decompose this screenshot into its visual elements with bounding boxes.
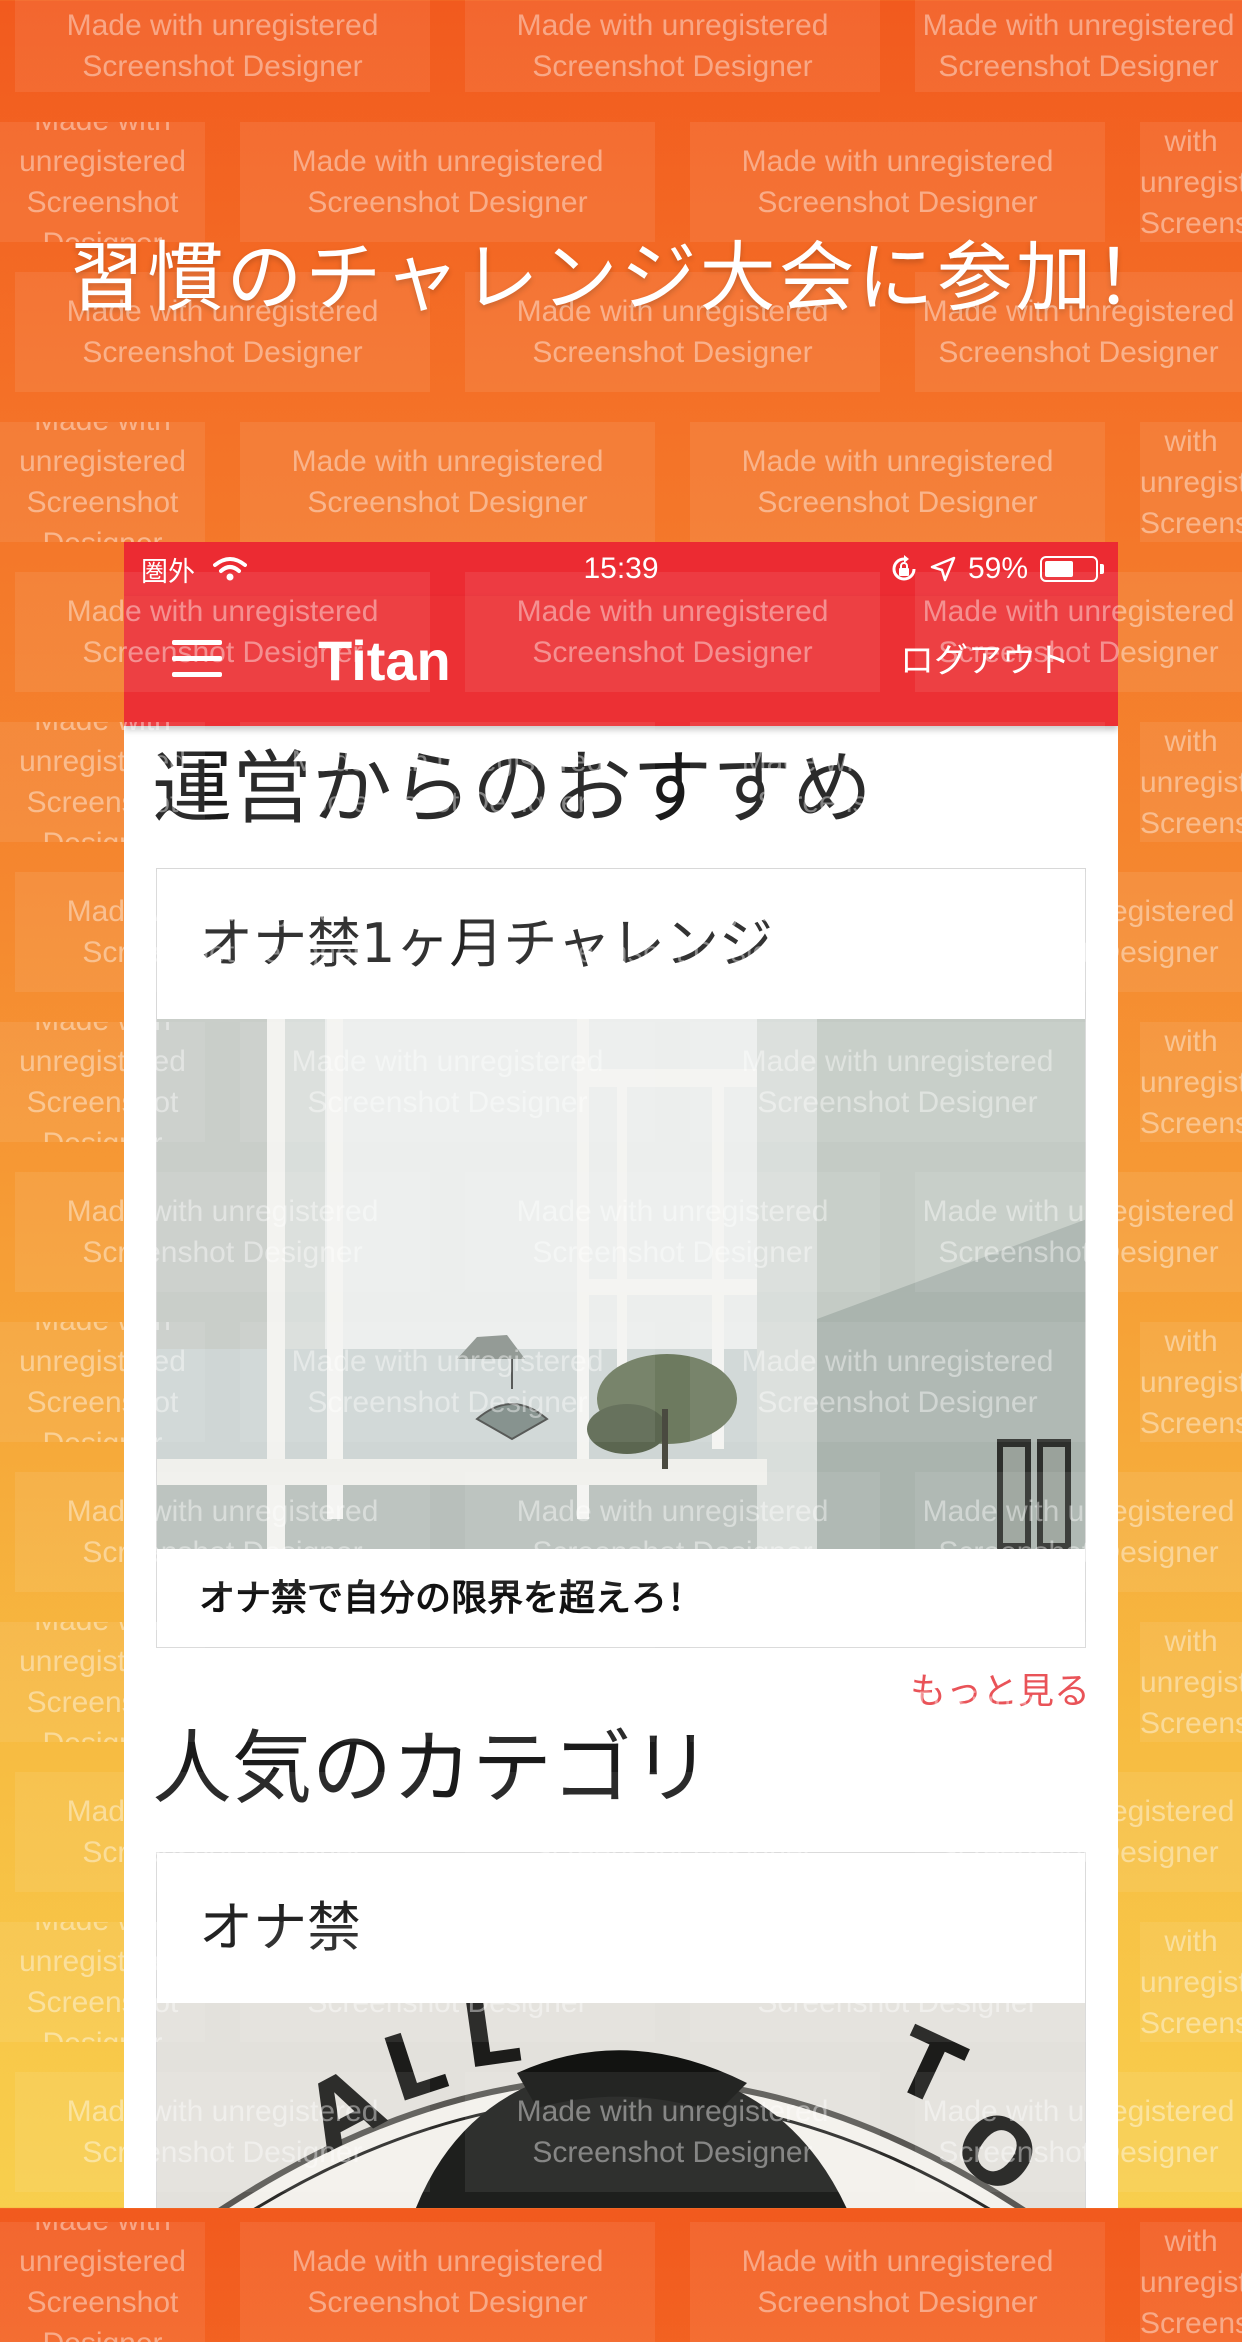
watermark-line1: Made with unregistered (240, 441, 655, 482)
watermark-line2: Screenshot Designer (1140, 1403, 1242, 1443)
watermark-line1: Made with unregistered (1140, 422, 1242, 503)
watermark-line1: Made with unregistered (915, 5, 1242, 46)
watermark-line2: Screenshot Designer (1140, 2303, 1242, 2342)
section-title-popular: 人気のカテゴリ (152, 1714, 712, 1824)
watermark-line2: Screenshot Designer (240, 482, 655, 523)
battery-level (1045, 561, 1073, 577)
location-arrow-icon (930, 556, 956, 582)
watermark-line1: Made with unregistered (0, 122, 205, 182)
watermark-line2: Screenshot Designer (1140, 803, 1242, 843)
status-right: 59% (878, 542, 1104, 596)
watermark-line1: Made with unregistered (1140, 1022, 1242, 1103)
watermark-tile: Made with unregisteredScreenshot Designe… (1140, 722, 1242, 842)
watermark-tile: Made with unregisteredScreenshot Designe… (0, 422, 205, 542)
section-title-recommended: 運営からのおすすめ (152, 734, 872, 844)
card-title: オナ禁1ヶ月チャレンジ (199, 869, 773, 1019)
watermark-line1: Made with unregistered (690, 2241, 1105, 2282)
watermark-tile: Made with unregisteredScreenshot Designe… (1140, 1022, 1242, 1142)
watermark-line1: Made with unregistered (240, 2241, 655, 2282)
watermark-tile: Made with unregisteredScreenshot Designe… (690, 2222, 1105, 2342)
watermark-tile: Made with unregisteredScreenshot Designe… (690, 422, 1105, 542)
watermark-line2: Screenshot Designer (0, 482, 205, 542)
watermark-line2: Screenshot Designer (690, 482, 1105, 523)
watermark-line2: Screenshot Designer (1140, 503, 1242, 543)
watermark-tile: Made with unregisteredScreenshot Designe… (240, 2222, 655, 2342)
battery-icon (1040, 556, 1098, 582)
watermark-tile: Made with unregisteredScreenshot Designe… (1140, 1922, 1242, 2042)
battery-tip (1100, 564, 1104, 574)
watermark-tile: Made with unregisteredScreenshot Designe… (465, 0, 880, 92)
see-more-link[interactable]: もっと見る (910, 1662, 1090, 1714)
watermark-tile: Made with unregisteredScreenshot Designe… (240, 422, 655, 542)
watermark-tile: Made with unregisteredScreenshot Designe… (1140, 1622, 1242, 1742)
watermark-line1: Made with unregistered (0, 422, 205, 482)
watermark-line2: Screenshot Designer (915, 332, 1242, 373)
challenge-card[interactable]: オナ禁1ヶ月チャレンジ (156, 868, 1086, 1648)
watermark-line2: Screenshot Designer (465, 46, 880, 87)
status-bar: 圏外 15:39 59% (124, 542, 1118, 596)
category-card[interactable]: オナ禁 A L L T O (156, 1852, 1086, 2208)
app-brand[interactable]: Titan (318, 596, 451, 726)
watermark-tile: Made with unregisteredScreenshot Designe… (0, 2222, 205, 2342)
hamburger-menu-icon[interactable] (172, 640, 222, 678)
logout-button[interactable]: ログアウト (900, 596, 1070, 726)
watermark-line1: Made with unregistered (1140, 1322, 1242, 1403)
watermark-line2: Screenshot Designer (1140, 2003, 1242, 2043)
phone-screen: 圏外 15:39 59% Titan (124, 542, 1118, 2208)
watermark-line2: Screenshot Designer (15, 332, 430, 373)
watermark-line2: Screenshot Designer (465, 332, 880, 373)
watermark-line2: Screenshot Designer (0, 2282, 205, 2342)
watermark-tile: Made with unregisteredScreenshot Designe… (1140, 1322, 1242, 1442)
card-title: オナ禁 (199, 1853, 361, 2003)
watermark-line2: Screenshot Designer (15, 46, 430, 87)
watermark-line2: Screenshot Designer (690, 2282, 1105, 2323)
watermark-line1: Made with unregistered (1140, 1922, 1242, 2003)
battery-percent: 59% (968, 552, 1028, 586)
watermark-tile: Made with unregisteredScreenshot Designe… (1140, 2222, 1242, 2342)
watermark-tile: Made with unregisteredScreenshot Designe… (15, 0, 430, 92)
nav-bar: Titan ログアウト (124, 596, 1118, 726)
watermark-line2: Screenshot Designer (240, 2282, 655, 2323)
promo-headline: 習慣のチャレンジ大会に参加！ (0, 218, 1242, 338)
watermark-line1: Made with unregistered (1140, 122, 1242, 203)
rotation-lock-icon (890, 555, 918, 583)
watermark-line2: Screenshot Designer (1140, 1703, 1242, 1743)
card-image (157, 1019, 1086, 1549)
watermark-line1: Made with unregistered (465, 5, 880, 46)
card-description: オナ禁で自分の限界を超えろ！ (199, 1569, 703, 1621)
category-image: A L L T O (157, 2003, 1086, 2208)
watermark-line1: Made with unregistered (15, 5, 430, 46)
watermark-line2: Screenshot Designer (915, 46, 1242, 87)
watermark-line1: Made with unregistered (690, 141, 1105, 182)
watermark-tile: Made with unregisteredScreenshot Designe… (915, 0, 1242, 92)
watermark-line2: Screenshot Designer (240, 182, 655, 223)
watermark-line1: Made with unregistered (0, 2222, 205, 2282)
watermark-line1: Made with unregistered (690, 441, 1105, 482)
watermark-line1: Made with unregistered (1140, 1622, 1242, 1703)
watermark-line1: Made with unregistered (1140, 722, 1242, 803)
watermark-line2: Screenshot Designer (1140, 1103, 1242, 1143)
watermark-line2: Screenshot Designer (690, 182, 1105, 223)
watermark-line1: Made with unregistered (240, 141, 655, 182)
watermark-tile: Made with unregisteredScreenshot Designe… (1140, 422, 1242, 542)
watermark-line1: Made with unregistered (1140, 2222, 1242, 2303)
